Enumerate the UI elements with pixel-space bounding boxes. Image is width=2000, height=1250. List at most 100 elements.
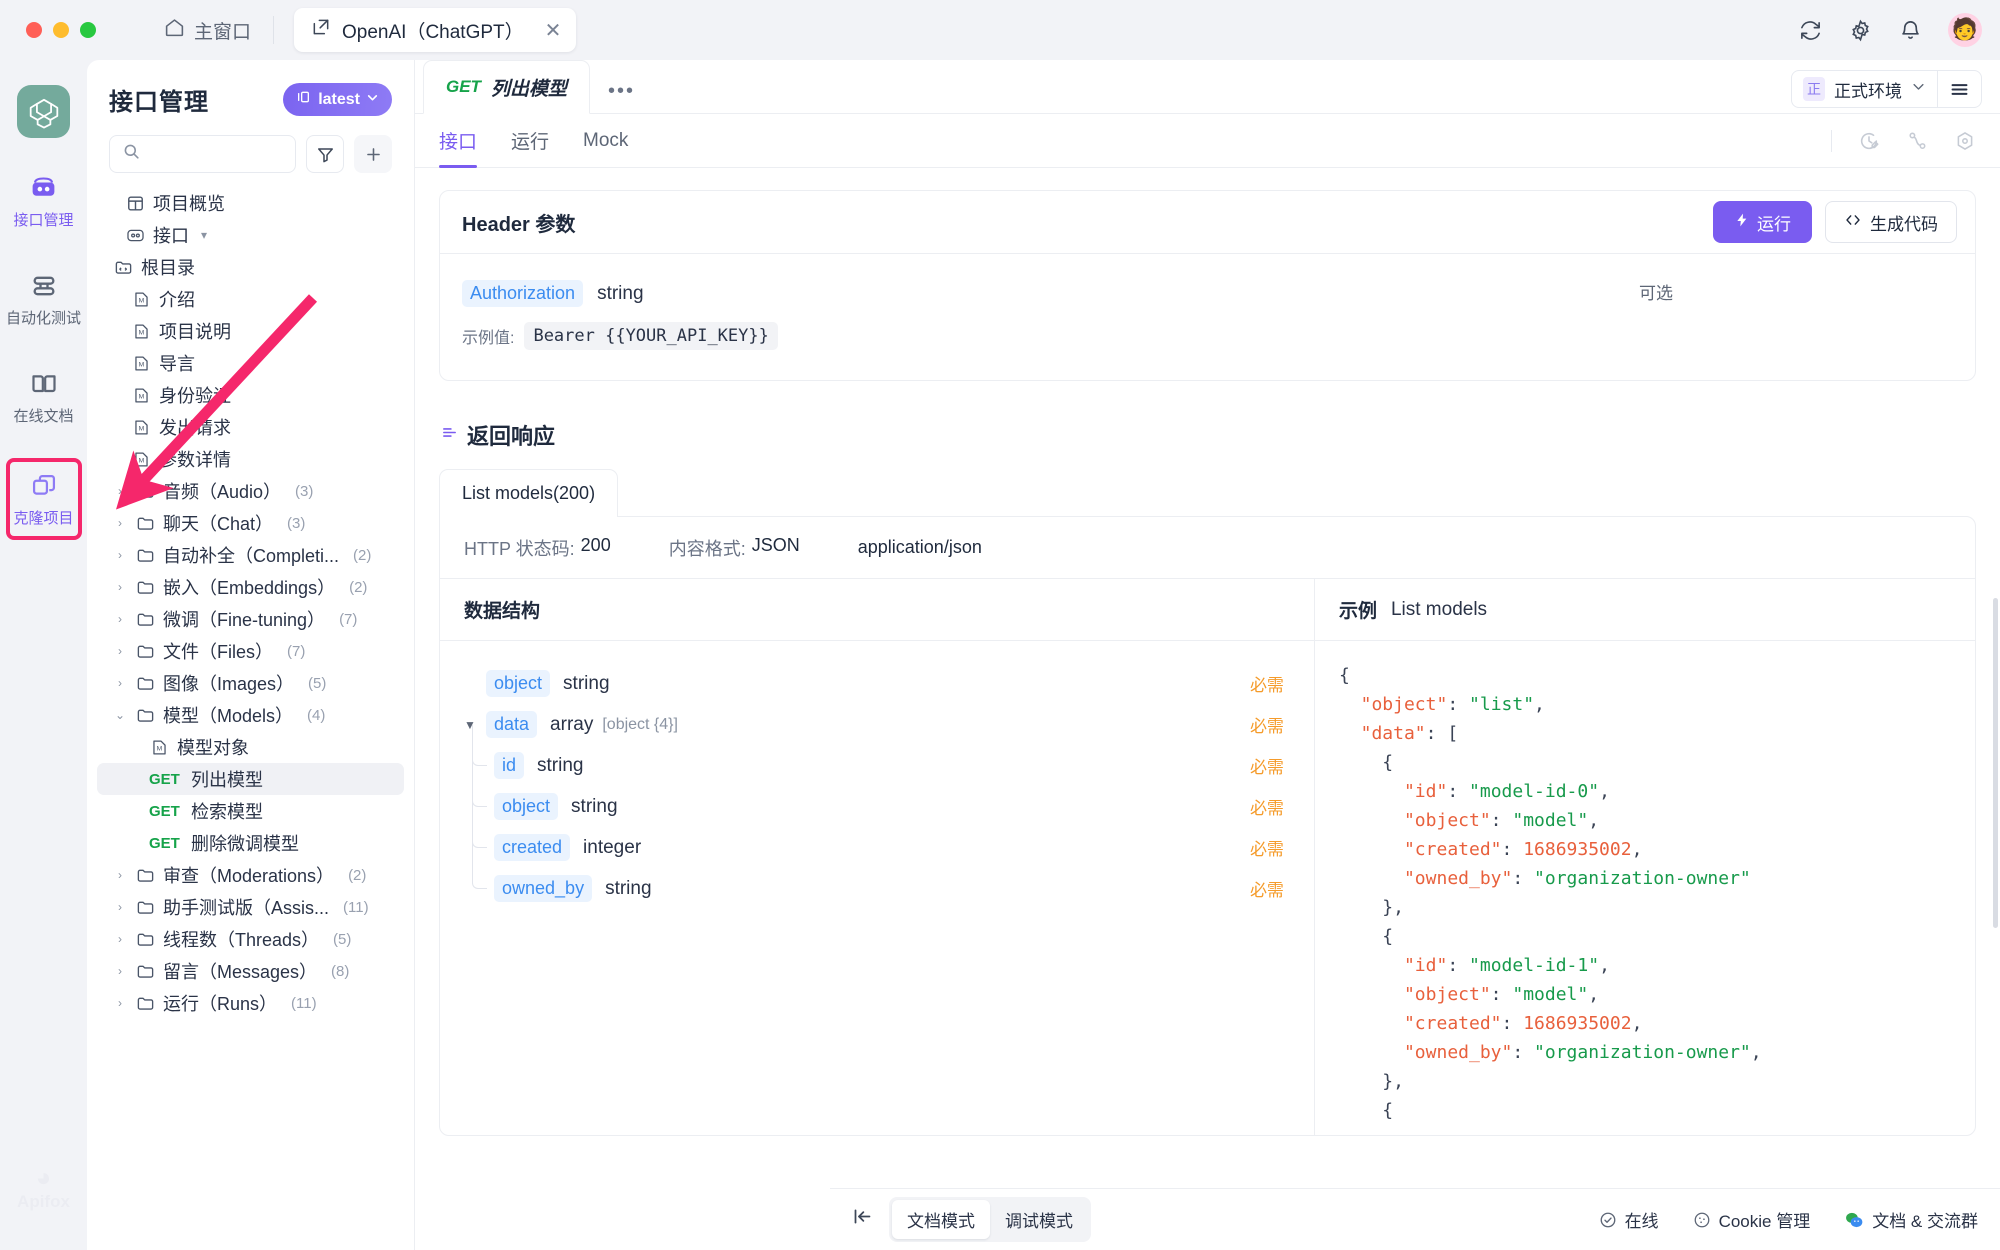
share-nodes-icon[interactable] [1906,130,1928,152]
tree-folder[interactable]: › 运行（Runs） (11) [97,987,404,1019]
docs-and-community[interactable]: 文档 & 交流群 [1844,1207,1978,1232]
schema-generic: [object {4}] [602,715,678,733]
chevron-right-icon[interactable]: › [113,996,127,1010]
close-window-button[interactable] [26,22,42,38]
main-panel: GET 列出模型 ••• 正 正式环境 接口 运行 Mock Header 参数… [415,60,2000,1250]
tree-item-doc[interactable]: M 发出请求 [97,411,404,443]
schema-row[interactable]: owned_by string 必需 [464,827,1290,909]
tree-folder[interactable]: › 聊天（Chat） (3) [97,507,404,539]
chevron-right-icon[interactable]: › [113,484,127,498]
tree-folder[interactable]: › 助手测试版（Assis... (11) [97,891,404,923]
chevron-right-icon[interactable]: › [113,900,127,914]
chevron-right-icon[interactable]: › [113,964,127,978]
cookie-icon [1693,1211,1711,1229]
sync-icon[interactable] [1798,18,1822,42]
tree-group-api[interactable]: 接口 ▾ [97,219,404,251]
tree-folder[interactable]: › 音频（Audio） (3) [97,475,404,507]
search-input[interactable] [109,135,296,173]
close-icon[interactable]: ✕ [545,18,562,43]
tree-item-doc[interactable]: M 导言 [97,347,404,379]
chevron-right-icon[interactable]: › [113,580,127,594]
svg-text:M: M [138,393,144,400]
project-sidebar: 接口管理 latest 项目概览 接口 ▾ 根目录 M 介绍 M 项目说明 M … [87,60,415,1250]
tab-label: 列出模型 [490,78,567,100]
sidebar-item-online-docs[interactable]: 在线文档 [8,362,79,432]
tree-item-doc[interactable]: M 身份验证 [97,379,404,411]
environment-selector[interactable]: 正 正式环境 [1792,71,1937,107]
schema-row[interactable]: object string 必需 [464,663,1290,704]
chevron-right-icon[interactable]: › [113,676,127,690]
tree-folder-models[interactable]: ⌄ 模型（Models） (4) [97,699,404,731]
tree-folder[interactable]: › 审查（Moderations） (2) [97,859,404,891]
item-count: (2) [348,866,367,884]
settings-hex-icon[interactable] [1954,130,1976,152]
branch-selector[interactable]: latest [283,83,392,116]
example-json: { "object": "list", "data": [ { "id": "m… [1338,665,1762,1121]
sidebar-item-api-management[interactable]: 接口管理 [8,166,79,236]
mode-doc[interactable]: 文档模式 [892,1200,990,1239]
item-count: (2) [353,546,372,564]
mode-debug[interactable]: 调试模式 [990,1200,1088,1239]
home-tab[interactable]: 主窗口 [164,17,251,44]
tab-run[interactable]: 运行 [511,114,549,168]
tree-folder[interactable]: › 自动补全（Completi... (2) [97,539,404,571]
tree-item-root-dir[interactable]: 根目录 [97,251,404,283]
cookie-manager[interactable]: Cookie 管理 [1693,1207,1810,1232]
meta-http-status: HTTP 状态码: 200 [464,535,611,561]
tree-item-doc[interactable]: M 介绍 [97,283,404,315]
tree-folder[interactable]: › 图像（Images） (5) [97,667,404,699]
status-online[interactable]: 在线 [1599,1207,1659,1232]
tree-item-api-retrieve-model[interactable]: GET 检索模型 [97,795,404,827]
minimize-window-button[interactable] [53,22,69,38]
vertical-scrollbar[interactable] [1993,598,1998,928]
sidebar-item-clone-project[interactable]: 克隆项目 [5,458,82,540]
response-tab-list-models-200[interactable]: List models(200) [439,469,619,517]
generate-code-button[interactable]: 生成代码 [1825,201,1957,243]
chevron-right-icon[interactable]: › [113,644,127,658]
window-controls[interactable] [26,22,96,38]
tree-folder[interactable]: › 微调（Fine-tuning） (7) [97,603,404,635]
schema-row[interactable]: created integer 必需 [464,786,1290,868]
tree-item-project-overview[interactable]: 项目概览 [97,187,404,219]
avatar[interactable]: 🧑 [1948,13,1982,47]
tree-folder[interactable]: › 留言（Messages） (8) [97,955,404,987]
tree-item-doc[interactable]: M 项目说明 [97,315,404,347]
filter-button[interactable] [306,135,344,173]
chevron-down-icon[interactable]: ▾ [197,228,211,242]
sidebar-item-automation-test[interactable]: 自动化测试 [6,264,81,334]
hamburger-menu-icon[interactable] [1937,71,1981,107]
collapse-left-icon[interactable] [852,1206,873,1233]
add-button[interactable] [354,135,392,173]
chevron-right-icon[interactable]: › [113,868,127,882]
chevron-down-icon[interactable]: ⌄ [113,708,127,722]
markdown-doc-icon: M [131,354,151,373]
schema-row[interactable]: ▼ data array [object {4}] 必需 [464,704,1290,745]
app-window: 主窗口 OpenAI（ChatGPT） ✕ 🧑 接口管理 自动化测试 在线文档 … [0,0,2000,1250]
tree-folder[interactable]: › 文件（Files） (7) [97,635,404,667]
tree-item-doc[interactable]: M 模型对象 [97,731,404,763]
tab-list-models[interactable]: GET 列出模型 [423,60,590,114]
env-name: 正式环境 [1834,81,1902,101]
chevron-right-icon[interactable]: › [113,932,127,946]
tree-item-api-list-models[interactable]: GET 列出模型 [97,763,404,795]
gear-icon[interactable] [1848,18,1872,42]
chevron-right-icon[interactable]: › [113,516,127,530]
run-button[interactable]: 运行 [1713,201,1812,243]
schema-row[interactable]: object string 必需 [464,745,1290,827]
project-tab[interactable]: OpenAI（ChatGPT） ✕ [294,8,577,52]
tree-item-doc[interactable]: M 参数详情 [97,443,404,475]
tree-item-api-delete-fine-tuned-model[interactable]: GET 删除微调模型 [97,827,404,859]
content-scroll-area[interactable]: Header 参数 运行 生成代码 Authorization string 可… [415,168,2000,1188]
history-edit-icon[interactable] [1858,130,1880,152]
bell-icon[interactable] [1898,18,1922,42]
tree-folder[interactable]: › 线程数（Threads） (5) [97,923,404,955]
header-params-body: Authorization string 可选 示例值: Bearer {{YO… [440,254,1975,380]
chevron-right-icon[interactable]: › [113,612,127,626]
more-tabs-button[interactable]: ••• [590,80,653,103]
schema-row[interactable]: id string 必需 [464,725,1290,786]
chevron-right-icon[interactable]: › [113,548,127,562]
tab-mock[interactable]: Mock [583,114,628,168]
tree-folder[interactable]: › 嵌入（Embeddings） (2) [97,571,404,603]
tab-interface[interactable]: 接口 [439,114,478,168]
maximize-window-button[interactable] [80,22,96,38]
